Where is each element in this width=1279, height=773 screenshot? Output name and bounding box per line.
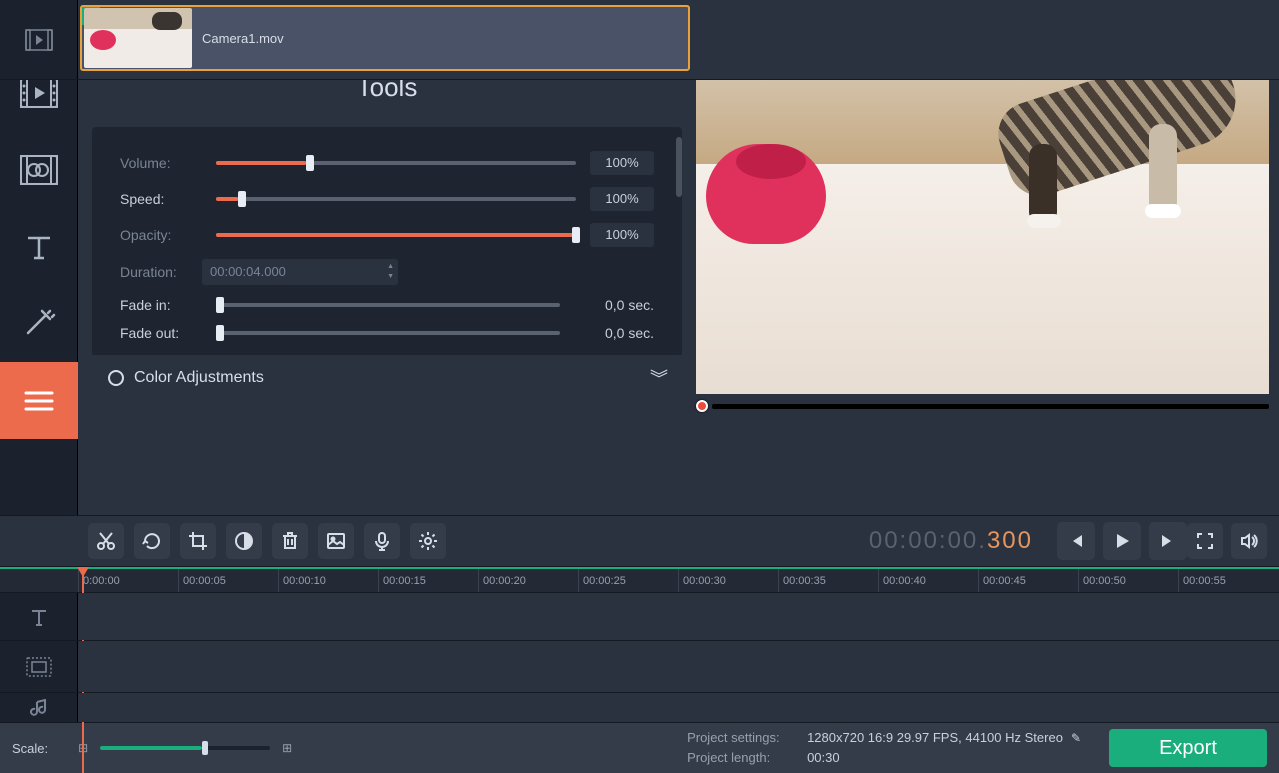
fadeout-slider[interactable]: [216, 331, 560, 335]
left-rail: [0, 54, 78, 515]
prop-speed: Speed: 100%: [92, 181, 682, 217]
ruler-tick: 00:00:50: [1078, 569, 1178, 592]
volume-label: Volume:: [120, 155, 202, 171]
track-audio-head[interactable]: [0, 693, 78, 722]
track-overlay-body[interactable]: [78, 641, 1279, 692]
settings-label: Project settings:: [687, 728, 807, 748]
prop-fadein: Fade in: 0,0 sec.: [92, 291, 682, 319]
prop-opacity: Opacity: 100%: [92, 217, 682, 253]
scale-slider[interactable]: [100, 746, 270, 750]
clip-thumbnail: [84, 8, 192, 68]
record-button[interactable]: [364, 523, 400, 559]
prop-duration: Duration: 00:00:04.000 ▲▼: [92, 253, 682, 291]
ruler-tick: 00:00:05: [178, 569, 278, 592]
image-button[interactable]: [318, 523, 354, 559]
length-value: 00:30: [807, 748, 840, 768]
speed-value[interactable]: 100%: [590, 187, 654, 211]
prop-volume: Volume: 100%: [92, 145, 682, 181]
track-video: ★ Camera1.mov: [0, 0, 1279, 80]
ruler-tick: 00:00:20: [478, 569, 578, 592]
track-audio-body[interactable]: [78, 693, 1279, 722]
ruler-tick: 00:00:55: [1178, 569, 1278, 592]
fullscreen-button[interactable]: [1187, 523, 1223, 559]
color-adjustments-section[interactable]: Color Adjustments ︾: [92, 355, 682, 401]
delete-button[interactable]: [272, 523, 308, 559]
color-button[interactable]: [226, 523, 262, 559]
timeline-ruler[interactable]: 0:00:00 00:00:05 00:00:10 00:00:15 00:00…: [0, 569, 1279, 593]
duration-input[interactable]: 00:00:04.000 ▲▼: [202, 259, 398, 285]
volume-button[interactable]: [1231, 523, 1267, 559]
progress-playhead-icon[interactable]: [696, 400, 708, 412]
ruler-tick: 00:00:35: [778, 569, 878, 592]
ruler-tick: 00:00:10: [278, 569, 378, 592]
timeline: 0:00:00 00:00:05 00:00:10 00:00:15 00:00…: [0, 567, 1279, 723]
clip-name: Camera1.mov: [202, 31, 284, 46]
crop-button[interactable]: [180, 523, 216, 559]
prop-fadeout: Fade out: 0,0 sec.: [92, 319, 682, 347]
next-frame-button[interactable]: [1149, 522, 1187, 560]
clip-settings-button[interactable]: [410, 523, 446, 559]
preview-progress[interactable]: [696, 398, 1269, 414]
opacity-slider[interactable]: [216, 233, 576, 237]
track-titles: [0, 593, 1279, 641]
preview-timecode: 00:00:00.300: [869, 527, 1033, 556]
speed-label: Speed:: [120, 191, 202, 207]
volume-slider[interactable]: [216, 161, 576, 165]
ruler-tick: 00:00:30: [678, 569, 778, 592]
section-label: Color Adjustments: [134, 369, 264, 387]
duration-spinner[interactable]: ▲▼: [387, 262, 394, 282]
opacity-value[interactable]: 100%: [590, 223, 654, 247]
fadein-value: 0,0 sec.: [574, 297, 654, 313]
rail-effects[interactable]: [0, 285, 78, 362]
track-titles-head[interactable]: [0, 593, 78, 640]
ruler-tick: 00:00:15: [378, 569, 478, 592]
volume-value[interactable]: 100%: [590, 151, 654, 175]
chevron-down-icon: ︾: [650, 365, 666, 391]
rail-titles[interactable]: [0, 208, 78, 285]
ruler-tick: 00:00:45: [978, 569, 1078, 592]
ruler-tick: 00:00:40: [878, 569, 978, 592]
cut-button[interactable]: [88, 523, 124, 559]
track-overlay-head[interactable]: [0, 641, 78, 692]
preview-pane: [690, 54, 1279, 515]
tools-panel: Tools Volume: 100% Speed: 100% Opacity: …: [78, 54, 690, 515]
play-button[interactable]: [1103, 522, 1141, 560]
opacity-label: Opacity:: [120, 227, 202, 243]
props-scrollbar[interactable]: [676, 137, 682, 197]
length-label: Project length:: [687, 748, 807, 768]
track-overlay: [0, 641, 1279, 693]
rotate-button[interactable]: [134, 523, 170, 559]
footer: Scale: ⊟ ⊞ Project settings: 1280x720 16…: [0, 723, 1279, 773]
project-info: Project settings: 1280x720 16:9 29.97 FP…: [687, 728, 1081, 768]
fadeout-value: 0,0 sec.: [574, 325, 654, 341]
circle-icon: [108, 370, 124, 386]
duration-label: Duration:: [120, 264, 202, 280]
ruler-tick: 0:00:00: [78, 569, 178, 592]
properties-box: Volume: 100% Speed: 100% Opacity: 100% D…: [92, 127, 682, 401]
settings-value: 1280x720 16:9 29.97 FPS, 44100 Hz Stereo: [807, 728, 1063, 748]
track-video-head[interactable]: [0, 0, 78, 79]
scale-label: Scale:: [12, 741, 48, 756]
fadein-label: Fade in:: [120, 297, 202, 313]
fadein-slider[interactable]: [216, 303, 560, 307]
ruler-tick: 00:00:25: [578, 569, 678, 592]
rail-filters[interactable]: [0, 131, 78, 208]
speed-slider[interactable]: [216, 197, 576, 201]
track-audio: [0, 693, 1279, 723]
video-clip[interactable]: ★ Camera1.mov: [80, 5, 690, 71]
track-video-body[interactable]: ★ Camera1.mov: [78, 0, 1279, 79]
track-titles-body[interactable]: [78, 593, 1279, 640]
export-button[interactable]: Export: [1109, 729, 1267, 767]
rail-more[interactable]: [0, 362, 78, 439]
zoom-in-icon[interactable]: ⊞: [278, 741, 296, 755]
toolbar-row: 00:00:00.300: [0, 515, 1279, 567]
preview-video[interactable]: [696, 54, 1269, 394]
fadeout-label: Fade out:: [120, 325, 202, 341]
prev-frame-button[interactable]: [1057, 522, 1095, 560]
edit-settings-icon[interactable]: ✎: [1071, 728, 1081, 748]
